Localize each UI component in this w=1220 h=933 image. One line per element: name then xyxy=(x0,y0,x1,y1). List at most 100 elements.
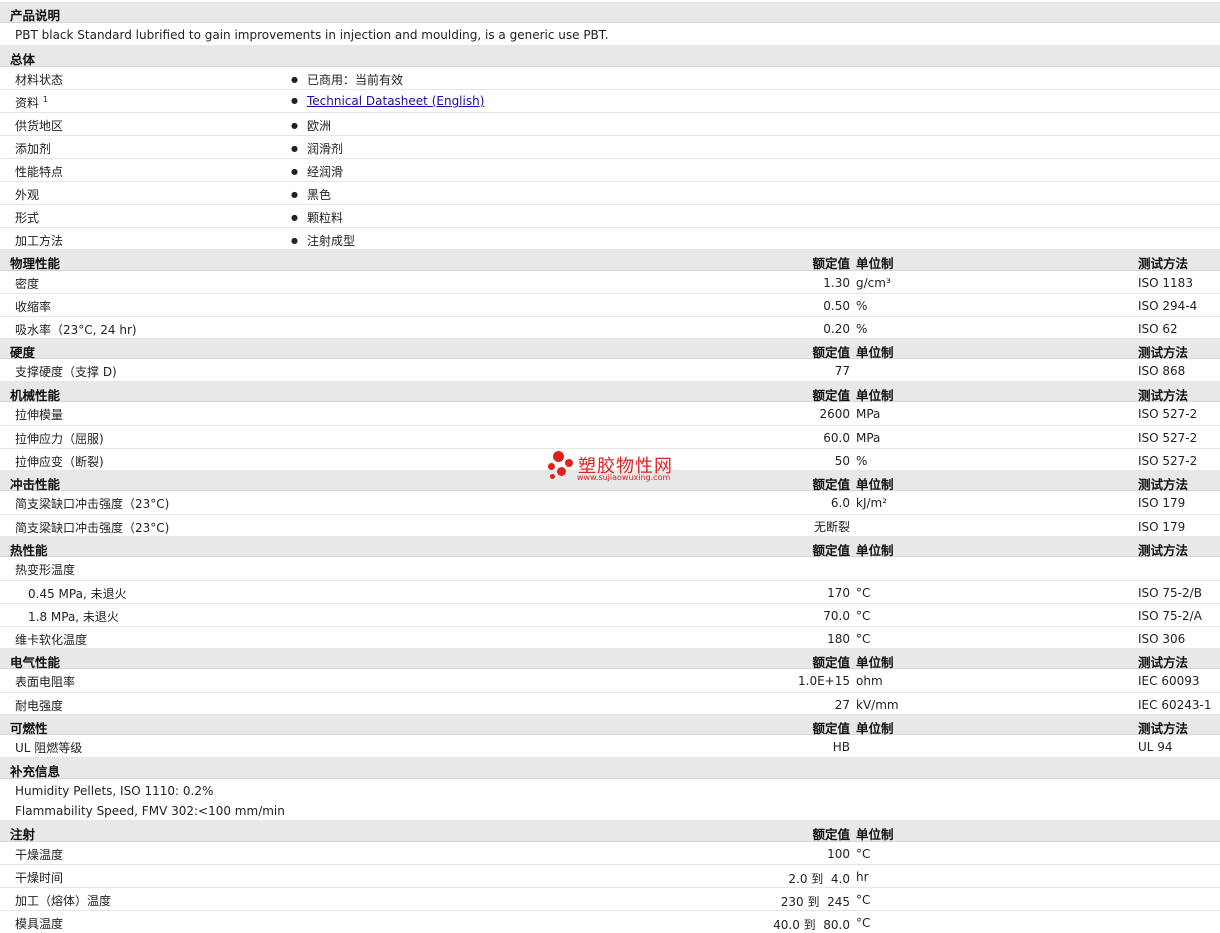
row-value: 颗粒料 xyxy=(291,209,343,226)
property-label: 收缩率 xyxy=(15,300,52,314)
property-label: 1.8 MPa, 未退火 xyxy=(28,610,119,624)
property-value: 230 到 245 xyxy=(780,895,850,909)
supplementary-line: Humidity Pellets, ISO 1110: 0.2% xyxy=(15,784,214,798)
property-unit: °C xyxy=(856,847,871,861)
property-row: 1.8 MPa, 未退火 70.0 °C ISO 75-2/A xyxy=(0,604,1220,627)
property-test: ISO 75-2/A xyxy=(1138,609,1202,623)
property-label: 耐电强度 xyxy=(15,699,64,713)
general-row: 材料状态 已商用：当前有效 xyxy=(0,67,1220,90)
property-unit: MPa xyxy=(856,407,881,421)
property-unit: °C xyxy=(856,609,871,623)
row-label: 加工方法 xyxy=(15,234,64,248)
section-header-physical: 物理性能 额定值 单位制 测试方法 xyxy=(0,250,1220,271)
property-label: 吸水率（23°C, 24 hr) xyxy=(15,323,137,337)
property-label: 拉伸应变（断裂) xyxy=(15,455,104,469)
property-label: 加工（熔体）温度 xyxy=(15,894,112,908)
property-test: IEC 60243-1 xyxy=(1138,698,1212,712)
property-test: ISO 527-2 xyxy=(1138,407,1198,421)
property-row: 拉伸模量 2600 MPa ISO 527-2 xyxy=(0,402,1220,426)
property-row: 吸水率（23°C, 24 hr) 0.20 % ISO 62 xyxy=(0,317,1220,339)
property-row: 加工（熔体）温度 230 到 245 °C xyxy=(0,888,1220,911)
property-label: 支撑硬度（支撑 D) xyxy=(15,365,117,379)
col-header-nominal: 额定值 xyxy=(812,827,850,842)
col-header-test: 测试方法 xyxy=(1138,256,1189,271)
property-row: 拉伸应力（屈服) 60.0 MPa ISO 527-2 xyxy=(0,426,1220,449)
row-value: 已商用：当前有效 xyxy=(291,71,403,88)
property-unit: °C xyxy=(856,893,871,907)
row-label: 材料状态 xyxy=(15,73,64,87)
property-label: 简支梁缺口冲击强度（23°C) xyxy=(15,497,170,511)
watermark-logo: 塑胶物性网 www.sujiaowuxing.com xyxy=(547,450,677,486)
row-label: 形式 xyxy=(15,211,40,225)
property-value: 77 xyxy=(834,364,850,378)
datasheet-link[interactable]: Technical Datasheet (English) xyxy=(307,94,484,108)
property-value: 50 xyxy=(834,454,850,468)
general-row: 添加剂 润滑剂 xyxy=(0,136,1220,159)
row-value: 注射成型 xyxy=(291,232,355,249)
label-text: 资料 xyxy=(15,96,40,110)
property-value: 6.0 xyxy=(830,496,850,510)
property-test: ISO 868 xyxy=(1138,364,1186,378)
section-header-thermal: 热性能 额定值 单位制 测试方法 xyxy=(0,537,1220,558)
property-label: 密度 xyxy=(15,277,40,291)
property-row: 干燥时间 2.0 到 4.0 hr xyxy=(0,865,1220,888)
section-header-general: 总体 xyxy=(0,46,1220,67)
property-label: 简支梁缺口冲击强度（23°C) xyxy=(15,521,170,535)
row-value: 黑色 xyxy=(291,186,331,203)
section-header-supplementary: 补充信息 xyxy=(0,758,1220,779)
section-header-hardness: 硬度 额定值 单位制 测试方法 xyxy=(0,339,1220,360)
property-label: 0.45 MPa, 未退火 xyxy=(28,587,127,601)
description-text: PBT black Standard lubrified to gain imp… xyxy=(15,28,609,42)
property-value: HB xyxy=(832,740,850,754)
property-value: 100 xyxy=(827,847,850,861)
col-header-unit: 单位制 xyxy=(856,256,894,271)
section-title: 总体 xyxy=(10,52,36,67)
section-title: 补充信息 xyxy=(10,764,61,779)
property-unit: ohm xyxy=(856,674,883,688)
property-row: 维卡软化温度 180 °C ISO 306 xyxy=(0,627,1220,649)
footnote-marker: 1 xyxy=(42,95,48,104)
general-row: 供货地区 欧洲 xyxy=(0,113,1220,136)
property-value: 27 xyxy=(834,698,850,712)
property-value: 0.50 xyxy=(823,299,850,313)
property-unit: MPa xyxy=(856,431,881,445)
property-unit: °C xyxy=(856,916,871,930)
row-label: 资料 1 xyxy=(15,94,48,111)
col-header-nominal: 额定值 xyxy=(812,256,850,271)
property-row: 密度 1.30 g/cm³ ISO 1183 xyxy=(0,271,1220,294)
property-row: 简支梁缺口冲击强度（23°C) 无断裂 ISO 179 xyxy=(0,515,1220,537)
property-value: 2600 xyxy=(819,407,850,421)
property-group-label: 热变形温度 xyxy=(15,563,76,577)
general-row: 资料 1 Technical Datasheet (English) xyxy=(0,90,1220,113)
property-label: UL 阻燃等级 xyxy=(15,741,83,755)
property-test: ISO 1183 xyxy=(1138,276,1193,290)
property-test: ISO 306 xyxy=(1138,632,1186,646)
row-label: 外观 xyxy=(15,188,40,202)
property-row: 干燥温度 100 °C xyxy=(0,842,1220,865)
property-test: ISO 75-2/B xyxy=(1138,586,1202,600)
row-label: 添加剂 xyxy=(15,142,52,156)
property-label: 拉伸模量 xyxy=(15,408,64,422)
property-row: 收缩率 0.50 % ISO 294-4 xyxy=(0,294,1220,317)
property-label: 模具温度 xyxy=(15,917,64,931)
section-title: 注射 xyxy=(10,827,36,842)
section-header-mechanical: 机械性能 额定值 单位制 测试方法 xyxy=(0,382,1220,403)
property-unit: °C xyxy=(856,632,871,646)
row-label: 供货地区 xyxy=(15,119,64,133)
property-unit: kV/mm xyxy=(856,698,899,712)
supplementary-line: Flammability Speed, FMV 302:<100 mm/min xyxy=(15,804,285,818)
property-label: 干燥温度 xyxy=(15,848,64,862)
general-row: 加工方法 注射成型 xyxy=(0,228,1220,250)
property-label: 表面电阻率 xyxy=(15,675,76,689)
watermark-url: www.sujiaowuxing.com xyxy=(577,473,671,482)
section-title: 产品说明 xyxy=(10,8,61,23)
property-test: ISO 62 xyxy=(1138,322,1178,336)
supplementary-row: Humidity Pellets, ISO 1110: 0.2% Flammab… xyxy=(0,779,1220,821)
property-value: 2.0 到 4.0 xyxy=(788,872,850,886)
property-unit: % xyxy=(856,454,868,468)
property-row: 简支梁缺口冲击强度（23°C) 6.0 kJ/m² ISO 179 xyxy=(0,491,1220,515)
property-label: 拉伸应力（屈服) xyxy=(15,432,104,446)
property-test: ISO 294-4 xyxy=(1138,299,1198,313)
property-value: 60.0 xyxy=(823,431,850,445)
property-value: 1.30 xyxy=(823,276,850,290)
